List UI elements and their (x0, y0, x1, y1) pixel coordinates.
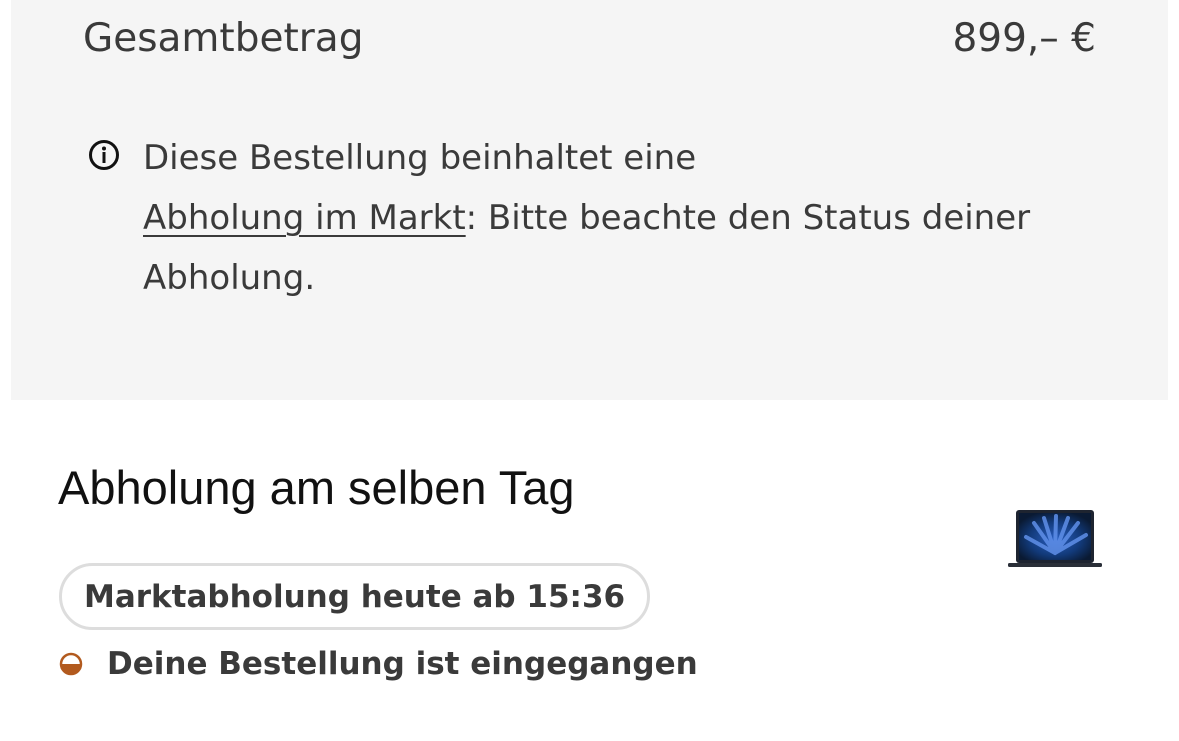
order-summary-panel: Gesamtbetrag 899,– € Diese Bestellung be… (11, 0, 1168, 400)
total-label: Gesamtbetrag (83, 16, 364, 61)
pickup-info-message: Diese Bestellung beinhaltet eine Abholun… (143, 128, 1043, 308)
store-pickup-link[interactable]: Abholung im Markt (143, 198, 466, 238)
order-status: Deine Bestellung ist eingegangen (59, 646, 698, 682)
status-text: Deine Bestellung ist eingegangen (107, 646, 698, 682)
info-icon (89, 140, 119, 170)
pickup-time-badge: Marktabholung heute ab 15:36 (59, 563, 651, 630)
total-value: 899,– € (952, 16, 1096, 61)
info-text-before: Diese Bestellung beinhaltet eine (143, 138, 697, 178)
laptop-thumbnail[interactable] (1006, 505, 1102, 569)
half-filled-circle-icon (59, 652, 83, 676)
section-title: Abholung am selben Tag (58, 461, 575, 514)
